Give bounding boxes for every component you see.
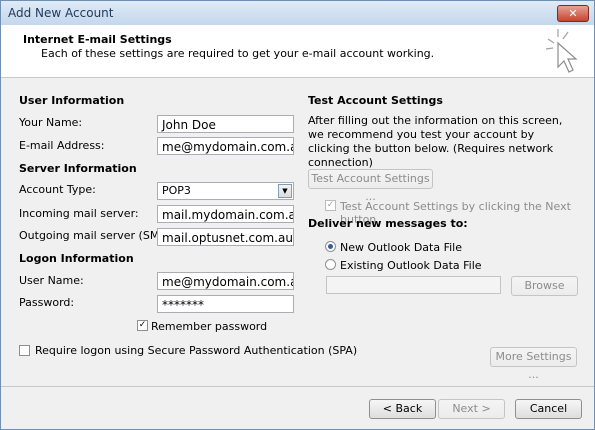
auto-test-checkbox[interactable]: ✓ bbox=[325, 200, 336, 211]
new-data-file-radio[interactable] bbox=[325, 241, 336, 252]
add-account-dialog: Add New Account ✕ Internet E-mail Settin… bbox=[0, 0, 595, 430]
existing-data-file-radio[interactable] bbox=[325, 259, 336, 270]
your-name-field[interactable]: John Doe bbox=[157, 115, 294, 133]
test-settings-heading: Test Account Settings bbox=[308, 94, 443, 107]
your-name-label: Your Name: bbox=[19, 116, 83, 129]
user-name-label: User Name: bbox=[19, 274, 84, 287]
next-button[interactable]: Next > bbox=[438, 399, 505, 419]
email-label: E-mail Address: bbox=[19, 139, 105, 152]
user-info-heading: User Information bbox=[19, 94, 125, 107]
user-name-field[interactable]: me@mydomain.com.au bbox=[157, 272, 294, 290]
existing-data-file-label: Existing Outlook Data File bbox=[340, 259, 482, 272]
test-settings-description: After filling out the information on thi… bbox=[308, 114, 563, 169]
more-settings-button[interactable]: More Settings ... bbox=[490, 347, 577, 381]
header-title: Internet E-mail Settings bbox=[23, 33, 172, 46]
cursor-sparkle-icon bbox=[545, 29, 578, 73]
logon-info-heading: Logon Information bbox=[19, 252, 134, 265]
account-type-label: Account Type: bbox=[19, 183, 96, 196]
test-account-settings-button[interactable]: Test Account Settings ... bbox=[308, 169, 433, 203]
server-info-heading: Server Information bbox=[19, 162, 137, 175]
window-title: Add New Account bbox=[8, 6, 114, 20]
incoming-server-label: Incoming mail server: bbox=[19, 207, 139, 220]
browse-button[interactable]: Browse bbox=[511, 276, 578, 296]
remember-password-checkbox[interactable]: ✓ bbox=[137, 320, 148, 331]
title-bar: Add New Account ✕ bbox=[1, 1, 594, 25]
email-field[interactable]: me@mydomain.com.au bbox=[157, 137, 294, 155]
existing-data-file-path[interactable] bbox=[326, 276, 501, 294]
remember-password-label: Remember password bbox=[151, 320, 268, 333]
back-button[interactable]: < Back bbox=[369, 399, 436, 419]
header-subtitle: Each of these settings are required to g… bbox=[41, 47, 435, 60]
account-type-value: POP3 bbox=[162, 184, 191, 197]
password-field[interactable]: ******* bbox=[157, 295, 294, 313]
close-button[interactable]: ✕ bbox=[557, 5, 589, 22]
new-data-file-label: New Outlook Data File bbox=[340, 241, 462, 254]
spa-label: Require logon using Secure Password Auth… bbox=[35, 344, 358, 357]
footer-divider bbox=[1, 386, 594, 387]
account-type-select[interactable]: POP3 ▼ bbox=[157, 182, 294, 200]
outgoing-server-field[interactable]: mail.optusnet.com.au bbox=[157, 228, 294, 246]
spa-checkbox[interactable] bbox=[19, 345, 30, 356]
password-label: Password: bbox=[19, 296, 75, 309]
chevron-down-icon[interactable]: ▼ bbox=[278, 184, 292, 198]
deliver-heading: Deliver new messages to: bbox=[308, 217, 468, 230]
cancel-button[interactable]: Cancel bbox=[515, 399, 582, 419]
incoming-server-field[interactable]: mail.mydomain.com.au bbox=[157, 205, 294, 223]
dialog-header: Internet E-mail Settings Each of these s… bbox=[1, 25, 594, 78]
